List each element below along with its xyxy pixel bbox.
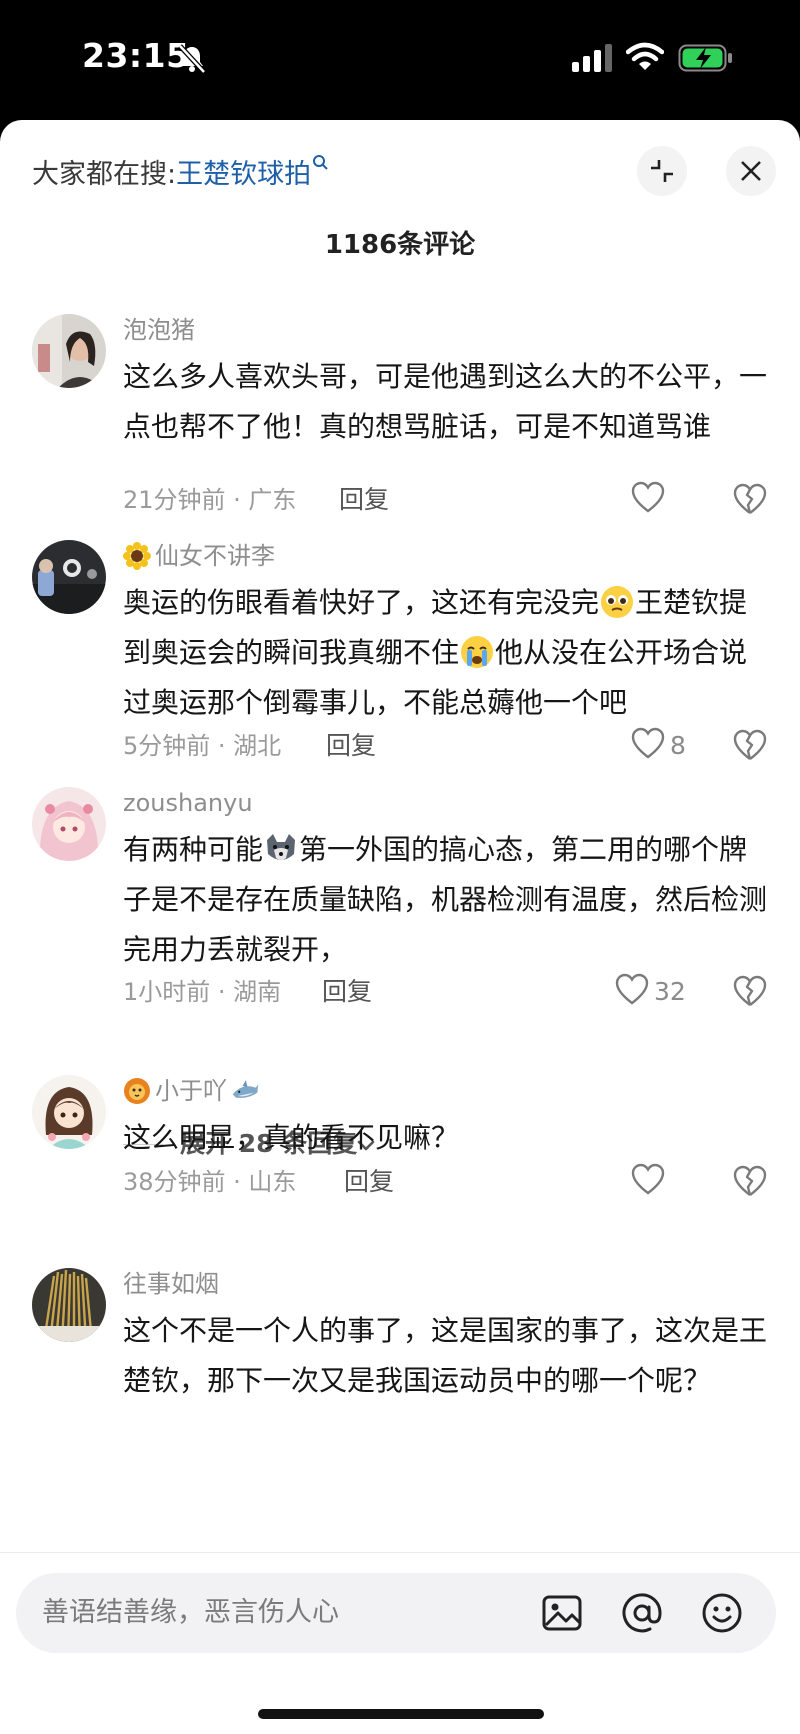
dislike-broken-heart-icon[interactable] bbox=[732, 974, 768, 1010]
avatar[interactable] bbox=[32, 1268, 106, 1342]
heart-icon bbox=[631, 727, 665, 759]
close-button[interactable] bbox=[726, 146, 776, 196]
collapse-icon bbox=[651, 160, 673, 182]
avatar[interactable] bbox=[32, 540, 106, 614]
sunflower-emoji bbox=[123, 542, 151, 570]
heart-icon bbox=[615, 973, 649, 1005]
comment-username[interactable]: 泡泡猪 bbox=[123, 314, 195, 346]
comment-count-title: 1186条评论 bbox=[324, 230, 476, 260]
comment-text-part: 奥运的伤眼看着快好了，这还有完没完 bbox=[123, 586, 600, 619]
avatar[interactable] bbox=[32, 314, 106, 388]
like-button[interactable] bbox=[630, 480, 666, 520]
avatar-image bbox=[32, 787, 106, 861]
avatar-image bbox=[32, 314, 106, 388]
trending-search[interactable]: 大家都在搜:王楚钦球拍 bbox=[32, 152, 329, 196]
comments-sheet: 大家都在搜:王楚钦球拍 1186条评论 泡泡猪 这么多人喜欢头哥，可是他遇到这么 bbox=[0, 120, 800, 1734]
trending-search-prefix: 大家都在搜: bbox=[32, 159, 177, 190]
status-bar: 23:15 bbox=[0, 0, 800, 120]
comment-text-part: 有两种可能 bbox=[123, 833, 264, 866]
battery-charging-icon bbox=[678, 44, 732, 72]
wifi-icon bbox=[626, 42, 664, 70]
heart-icon bbox=[631, 481, 665, 513]
image-button[interactable] bbox=[540, 1591, 584, 1635]
avatar-image bbox=[32, 540, 106, 614]
reply-button[interactable]: 回复 bbox=[322, 974, 372, 1010]
shark-emoji bbox=[232, 1080, 259, 1098]
comment-text: 这么多人喜欢头哥，可是他遇到这么大的不公平，一点也帮不了他！真的想骂脏话，可是不… bbox=[123, 360, 768, 443]
avatar[interactable] bbox=[32, 1075, 106, 1149]
at-mention-icon bbox=[622, 1593, 662, 1633]
cellular-signal-icon bbox=[572, 44, 612, 72]
comment-username[interactable]: 往事如烟 bbox=[123, 1268, 219, 1300]
home-indicator[interactable] bbox=[258, 1709, 544, 1719]
reply-button[interactable]: 回复 bbox=[339, 482, 389, 518]
dislike-broken-heart-icon[interactable] bbox=[732, 482, 768, 518]
comment-meta: 5分钟前 · 湖北 bbox=[123, 732, 282, 760]
comment-meta: 38分钟前 · 山东 bbox=[123, 1168, 297, 1196]
comment-username: 仙女不讲李 bbox=[155, 542, 275, 570]
smiley-icon bbox=[702, 1593, 742, 1633]
collapse-button[interactable] bbox=[637, 146, 687, 196]
like-count: 32 bbox=[654, 977, 686, 1006]
comment-input-placeholder: 善语结善缘，恶言伤人心 bbox=[42, 1597, 339, 1628]
like-count: 8 bbox=[670, 731, 686, 760]
comment-text: 有两种可能 第一外国的搞心态，第二用的哪个牌子是不是存在质量缺陷，机器检测有温度，… bbox=[123, 825, 773, 975]
search-icon bbox=[313, 155, 328, 170]
crying-face-emoji bbox=[461, 636, 494, 668]
image-icon bbox=[542, 1595, 582, 1631]
bell-muted-icon bbox=[178, 44, 206, 74]
avatar-image bbox=[32, 1075, 106, 1149]
comment-text: 这个不是一个人的事了，这是国家的事了，这次是王楚钦，那下一次又是我国运动员中的哪… bbox=[123, 1314, 768, 1397]
status-time: 23:15 bbox=[82, 36, 190, 75]
reply-button[interactable]: 回复 bbox=[326, 728, 376, 764]
trending-search-keyword[interactable]: 王楚钦球拍 bbox=[176, 159, 311, 190]
emoji-button[interactable] bbox=[700, 1591, 744, 1635]
avatar-image bbox=[32, 1268, 106, 1342]
lion-emoji bbox=[124, 1078, 150, 1104]
like-button[interactable] bbox=[630, 1162, 666, 1202]
like-button[interactable]: 32 bbox=[614, 972, 686, 1012]
close-icon bbox=[741, 161, 761, 181]
comment-username[interactable]: zoushanyu bbox=[123, 787, 253, 819]
comment-text: 奥运的伤眼看着快好了，这还有完没完 王楚钦提到奥运会的瞬间我真绷不住 他从没在公开场… bbox=[123, 578, 773, 728]
comment-username: 小于吖 bbox=[155, 1077, 227, 1105]
avatar[interactable] bbox=[32, 787, 106, 861]
comment-input[interactable]: 善语结善缘，恶言伤人心 bbox=[16, 1573, 776, 1653]
comment-meta: 1小时前 · 湖南 bbox=[123, 978, 282, 1006]
comment-username-row[interactable]: 仙女不讲李 bbox=[123, 540, 275, 572]
dislike-broken-heart-icon[interactable] bbox=[732, 1164, 768, 1200]
mention-button[interactable] bbox=[620, 1591, 664, 1635]
wolf-emoji bbox=[267, 834, 296, 860]
pleading-face-emoji bbox=[601, 586, 634, 618]
comment-meta: 21分钟前 · 广东 bbox=[123, 486, 297, 514]
like-button[interactable]: 8 bbox=[630, 726, 686, 766]
comment-username-row[interactable]: 小于吖 bbox=[123, 1075, 259, 1107]
comment-text: 这么明显，真的看不见嘛？ bbox=[123, 1121, 460, 1154]
reply-button[interactable]: 回复 bbox=[344, 1164, 394, 1200]
heart-icon bbox=[631, 1163, 665, 1195]
dislike-broken-heart-icon[interactable] bbox=[732, 728, 768, 764]
comment-input-bar: 善语结善缘，恶言伤人心 bbox=[0, 1552, 800, 1734]
